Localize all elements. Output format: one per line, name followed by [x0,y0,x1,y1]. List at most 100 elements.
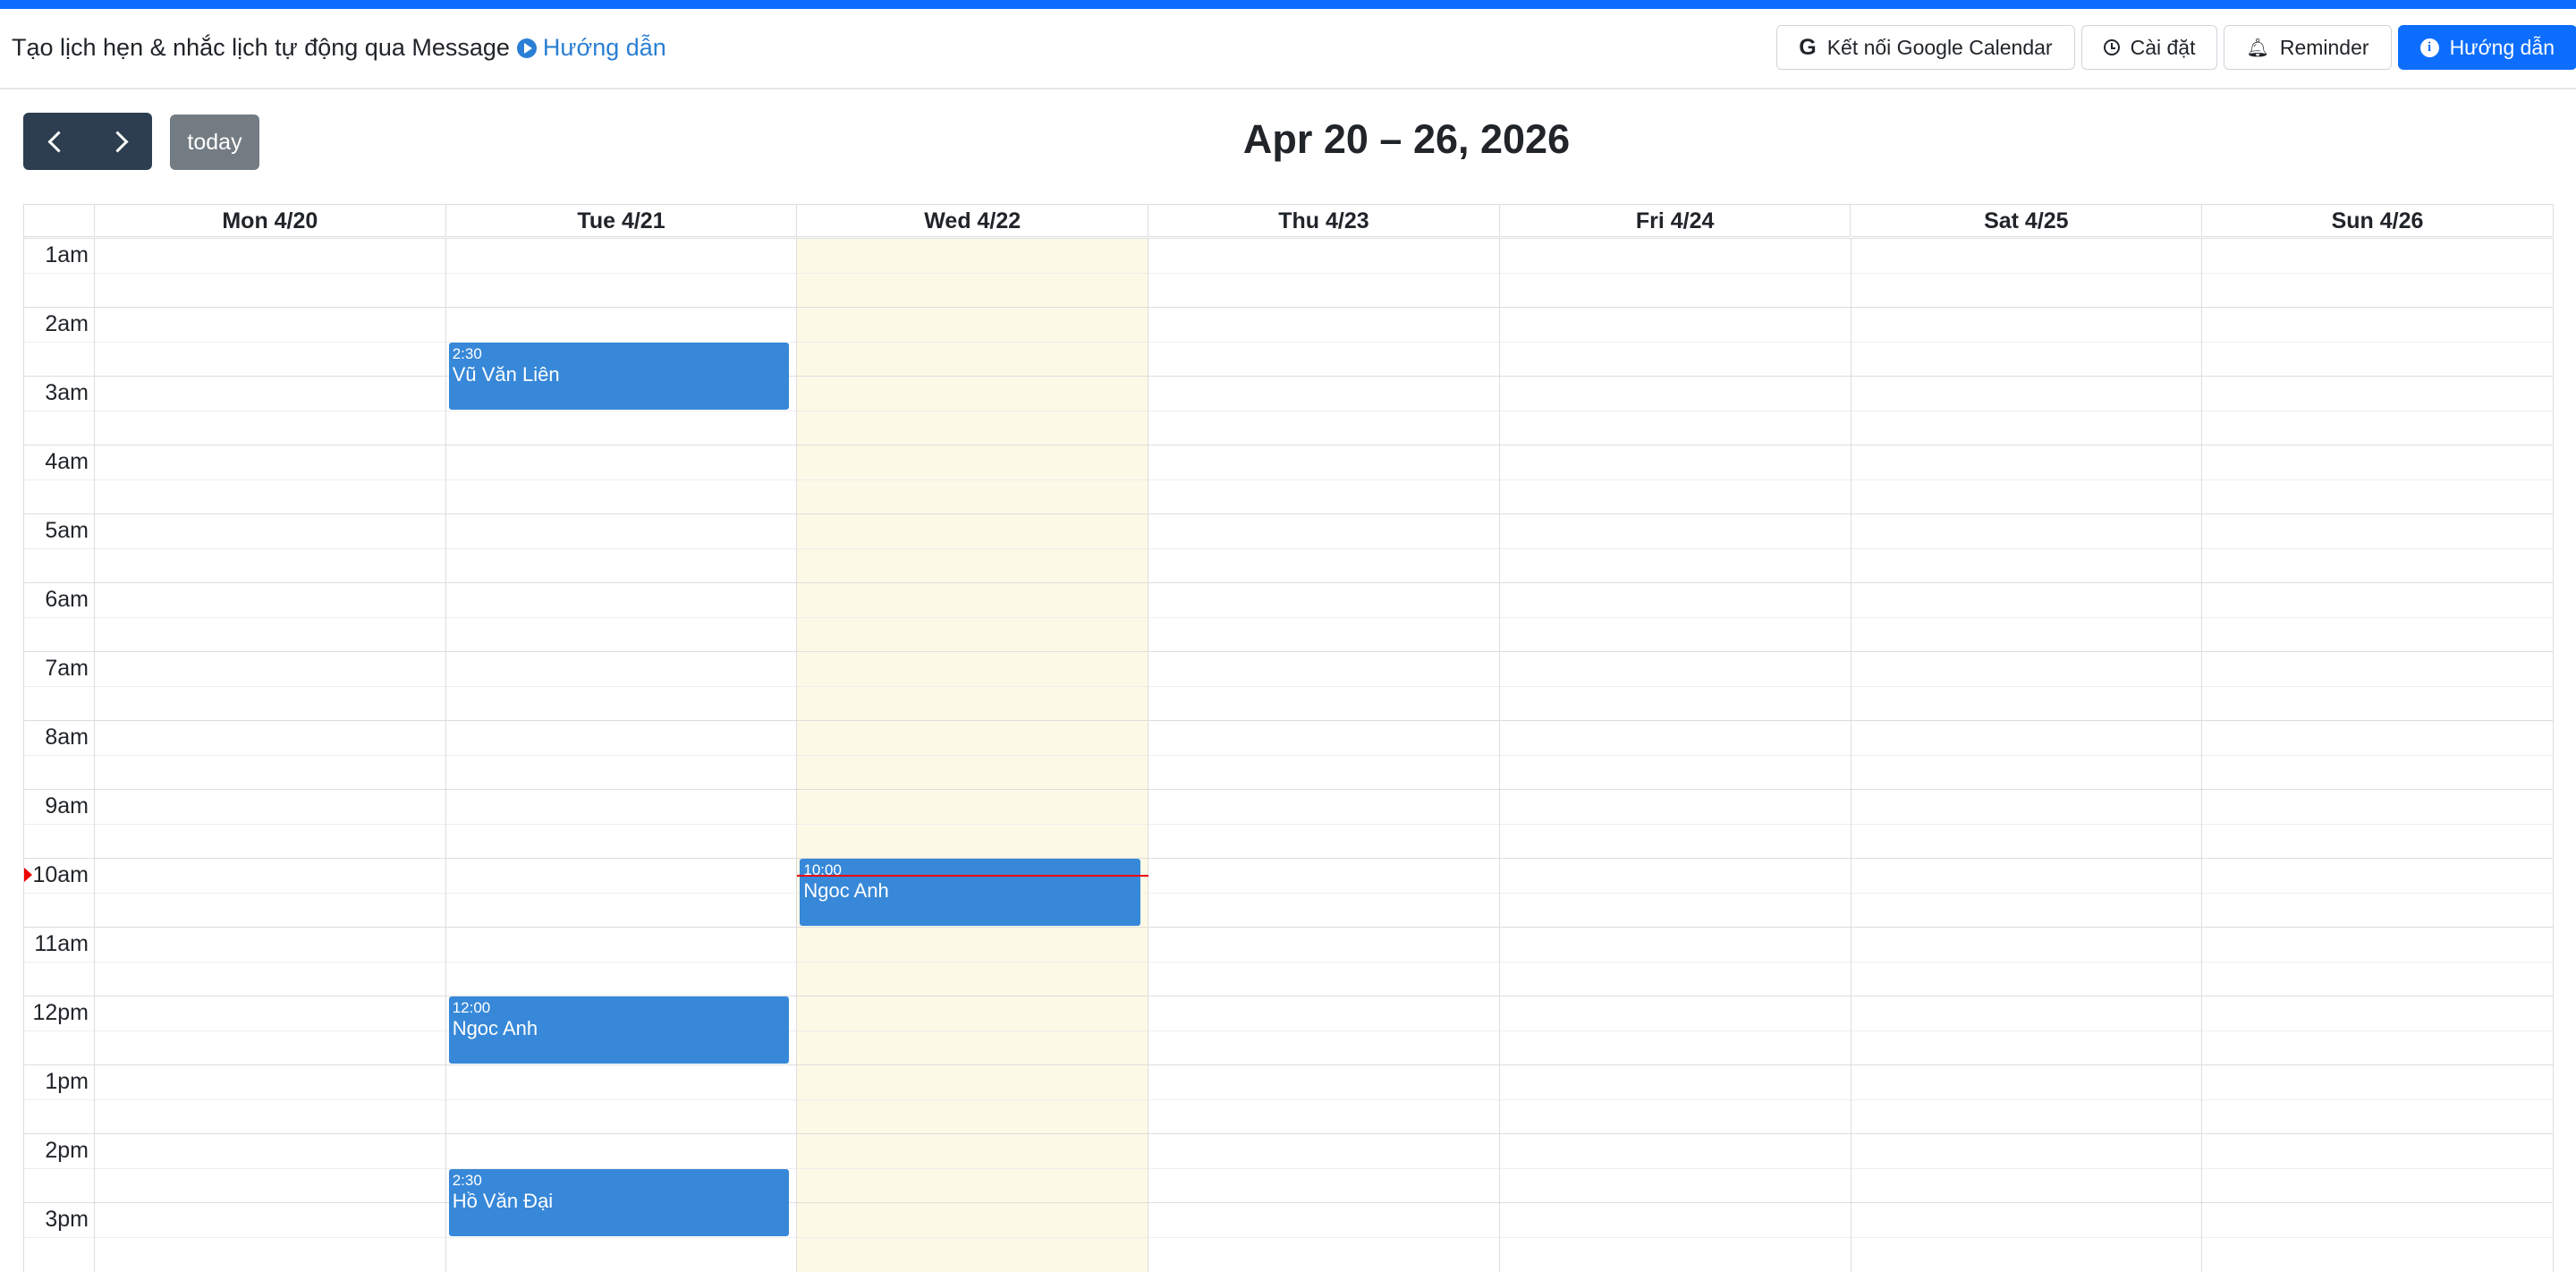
column-divider [94,238,95,1272]
column-divider [796,238,798,1272]
settings-button[interactable]: Cài đặt [2080,25,2218,70]
time-slot[interactable] [24,685,2554,721]
play-circle-icon [516,38,537,58]
time-slot[interactable] [24,547,2554,583]
time-axis-label: 2pm [45,1138,89,1163]
time-axis-label: 6am [45,587,89,612]
day-header[interactable]: Thu 4/23 [1148,205,1500,237]
bell-icon: 🔔︎ [2246,38,2269,58]
today-button[interactable]: today [170,114,259,170]
time-slot[interactable] [24,789,2554,824]
time-slot[interactable] [24,651,2554,686]
column-divider [2201,238,2203,1272]
info-icon: i [2419,38,2439,57]
google-icon: G [1799,34,1817,60]
guide-link[interactable]: Hướng dẫn [516,34,666,62]
day-header[interactable]: Sat 4/25 [1851,205,2203,237]
day-header[interactable]: Mon 4/20 [95,205,446,237]
time-slot[interactable] [24,1098,2554,1134]
now-indicator-line [797,875,1149,878]
reminder-button[interactable]: 🔔︎ Reminder [2224,25,2392,70]
event-title: Hồ Văn Đại [452,1189,554,1212]
now-indicator-arrow [24,868,32,883]
day-header[interactable]: Sun 4/26 [2202,205,2554,237]
time-axis-label: 3am [45,380,89,405]
time-axis-label: 1am [45,242,89,267]
clock-icon [2103,39,2120,55]
column-divider [445,238,446,1272]
time-slot[interactable] [24,754,2554,790]
prev-week-button[interactable] [23,113,88,170]
header-title-row: Tạo lịch hẹn & nhắc lịch tự động qua Mes… [12,34,666,62]
time-slot[interactable] [24,376,2554,411]
column-divider [1498,238,1500,1272]
reminder-label: Reminder [2279,35,2369,59]
time-slot[interactable] [24,341,2554,377]
calendar-event[interactable]: 12:00 Ngoc Anh [448,996,790,1064]
connect-google-calendar-button[interactable]: G Kết nối Google Calendar [1776,25,2075,70]
event-time: 2:30 [452,1171,482,1189]
time-axis-label: 9am [45,793,89,818]
time-slot[interactable] [24,823,2554,859]
calendar-range-title: Apr 20 – 26, 2026 [1242,116,1571,162]
time-slot[interactable] [24,1030,2554,1065]
time-slot[interactable] [24,858,2554,893]
time-slot[interactable] [24,616,2554,652]
time-slot[interactable] [24,720,2554,755]
calendar-event[interactable]: 10:00 Ngoc Anh [800,859,1141,926]
time-slot[interactable] [24,238,2554,273]
guide-button[interactable]: i Hướng dẫn [2397,25,2576,70]
time-slot[interactable] [24,996,2554,1030]
day-header[interactable]: Wed 4/22 [797,205,1149,237]
time-slot[interactable] [24,410,2554,445]
day-header[interactable]: Fri 4/24 [1499,205,1852,237]
day-header[interactable]: Tue 4/21 [445,205,798,237]
event-title: Ngoc Anh [803,879,889,902]
time-axis-label: 3pm [45,1207,89,1232]
time-slot[interactable] [24,892,2554,928]
time-slot[interactable] [24,445,2554,479]
time-axis-header [24,205,95,237]
time-slot[interactable] [24,1202,2554,1237]
app-header: Tạo lịch hẹn & nhắc lịch tự động qua Mes… [0,9,2576,89]
time-axis-label: 11am [34,931,89,956]
next-week-button[interactable] [88,113,152,170]
chevron-left-icon [47,130,70,153]
event-title: Ngoc Anh [452,1017,538,1039]
week-nav-group [23,113,152,170]
header-actions: G Kết nối Google Calendar Cài đặt 🔔︎ Rem… [1776,25,2576,70]
calendar-body: 1am 2am 3am 4am 5am 6am 7am 8am 9am 10am 11am 12pm 1… [24,238,2554,1272]
time-axis-label: 12pm [32,1000,89,1025]
time-slot[interactable] [24,1064,2554,1099]
time-axis-label: 4am [45,449,89,474]
time-slot[interactable] [24,307,2554,342]
event-time: 12:00 [452,999,491,1016]
guide-link-label: Hướng dẫn [542,34,666,61]
calendar-event[interactable]: 2:30 Hồ Văn Đại [448,1168,790,1236]
settings-label: Cài đặt [2130,35,2196,59]
time-slot[interactable] [24,961,2554,996]
time-slot[interactable] [24,513,2554,548]
chevron-right-icon [106,130,129,153]
connect-google-calendar-label: Kết nối Google Calendar [1826,35,2053,59]
time-axis-label: 8am [45,725,89,750]
time-axis-label: 2am [45,311,89,336]
page-title: Tạo lịch hẹn & nhắc lịch tự động qua Mes… [12,34,510,61]
time-slot[interactable] [24,927,2554,962]
guide-button-label: Hướng dẫn [2449,35,2555,59]
time-slot[interactable] [24,582,2554,617]
column-divider [1850,238,1852,1272]
time-slot[interactable] [24,272,2554,308]
top-accent-bar [0,0,2576,9]
time-slot[interactable] [24,1167,2554,1203]
time-axis-label: 7am [45,656,89,681]
calendar-event[interactable]: 2:30 Vũ Văn Liên [448,342,790,410]
time-slot[interactable] [24,1133,2554,1168]
time-slot[interactable] [24,479,2554,514]
calendar-title-wrap: Apr 20 – 26, 2026 [0,116,2576,163]
column-divider [2552,238,2554,1272]
time-slot[interactable] [24,1236,2554,1272]
event-time: 2:30 [452,344,482,362]
week-calendar: Mon 4/20 Tue 4/21 Wed 4/22 Thu 4/23 Fri 4/24… [23,204,2554,1272]
clock-icon-wrap [2103,39,2120,55]
